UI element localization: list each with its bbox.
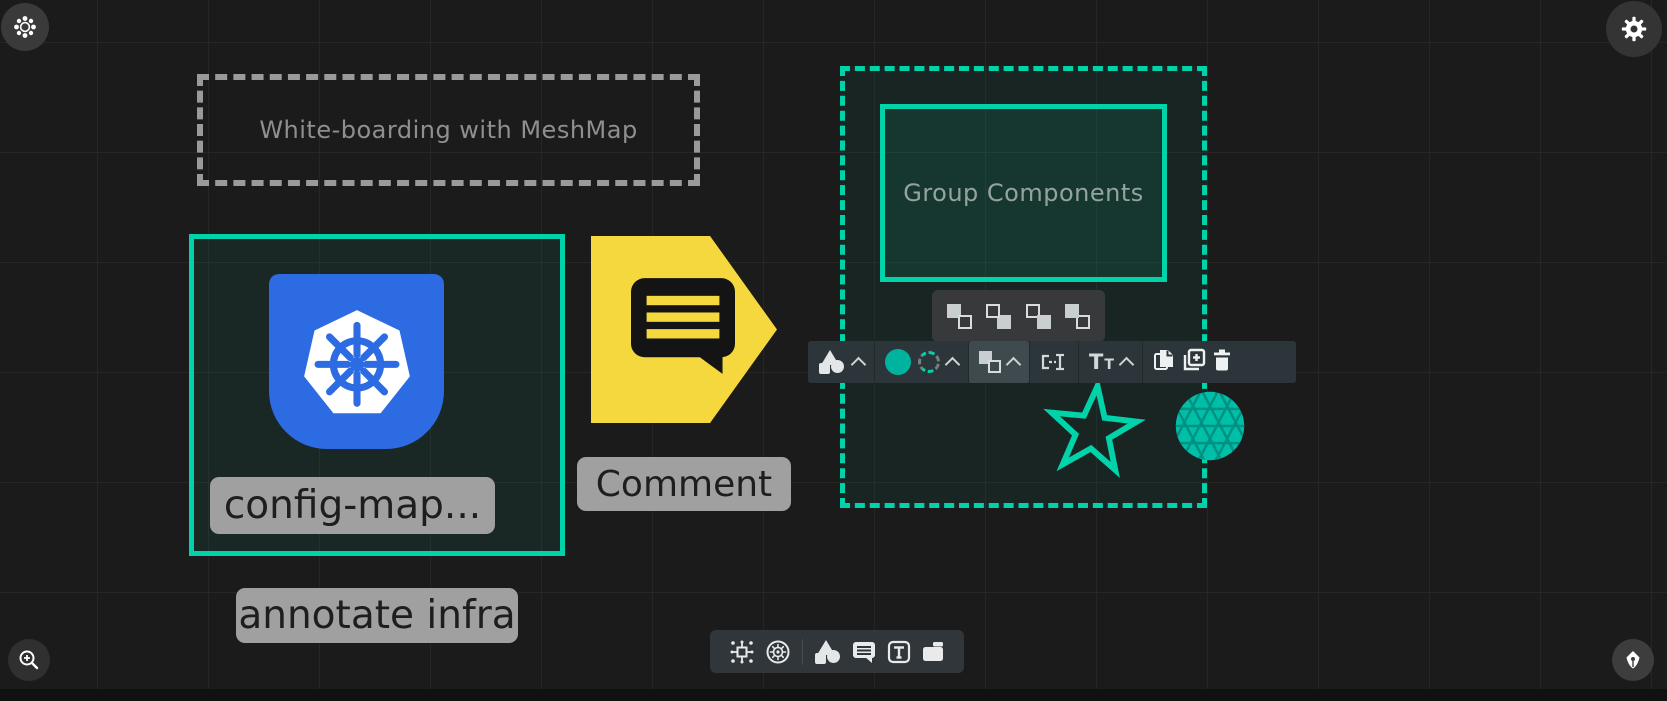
resize-width-icon bbox=[1040, 353, 1068, 371]
chevron-up-icon bbox=[1119, 357, 1135, 373]
config-map-label-text: config-map... bbox=[224, 483, 481, 528]
bring-forward-button[interactable] bbox=[1026, 304, 1051, 329]
shapes-icon bbox=[818, 350, 846, 374]
send-backward-button[interactable] bbox=[986, 304, 1011, 329]
tools-dock bbox=[710, 630, 964, 673]
clipboard-group bbox=[1142, 341, 1241, 383]
star-shape[interactable] bbox=[1031, 374, 1155, 483]
settings-button[interactable] bbox=[1606, 1, 1662, 57]
zoom-in-icon bbox=[18, 649, 40, 671]
fill-color-button[interactable] bbox=[885, 349, 911, 375]
duplicate-button[interactable] bbox=[1182, 348, 1206, 376]
meshery-logo-icon bbox=[13, 15, 37, 39]
kubernetes-wheel-icon bbox=[298, 303, 416, 421]
zoom-button[interactable] bbox=[8, 639, 50, 681]
context-toolbar: TT bbox=[808, 341, 1296, 383]
text-icon bbox=[887, 640, 911, 664]
text-size-button[interactable]: TT bbox=[1078, 341, 1142, 383]
delete-button[interactable] bbox=[1213, 349, 1231, 375]
dock-divider bbox=[802, 639, 803, 665]
shapes-tool-button[interactable] bbox=[814, 640, 842, 664]
circuit-icon bbox=[729, 639, 755, 665]
group-components-node[interactable]: Group Components bbox=[880, 104, 1167, 282]
comment-node[interactable] bbox=[591, 236, 777, 423]
comment-label-text: Comment bbox=[596, 464, 772, 505]
shapes-icon bbox=[814, 640, 842, 664]
resize-width-button[interactable] bbox=[1029, 341, 1078, 383]
text-tool-button[interactable] bbox=[887, 640, 911, 664]
components-tool-button[interactable] bbox=[729, 639, 755, 665]
copy-button[interactable] bbox=[1153, 348, 1175, 376]
gear-icon bbox=[1620, 15, 1648, 43]
config-map-label[interactable]: config-map... bbox=[210, 477, 495, 534]
media-tool-button[interactable] bbox=[921, 641, 945, 663]
chevron-up-icon bbox=[851, 357, 867, 373]
copy-icon bbox=[1153, 348, 1175, 372]
comment-icon bbox=[852, 641, 876, 663]
app-menu-button[interactable] bbox=[1, 3, 49, 51]
duplicate-icon bbox=[1182, 348, 1206, 372]
pen-button[interactable] bbox=[1612, 639, 1654, 681]
kubernetes-logo-icon bbox=[269, 274, 444, 449]
zorder-button[interactable] bbox=[968, 341, 1029, 383]
group-components-label: Group Components bbox=[903, 179, 1144, 207]
comment-label[interactable]: Comment bbox=[577, 457, 791, 511]
stroke-style-button[interactable] bbox=[918, 351, 940, 373]
comment-tool-button[interactable] bbox=[852, 641, 876, 663]
annotate-infra-label[interactable]: annotate infra bbox=[236, 588, 518, 643]
star-outline-icon bbox=[1031, 374, 1155, 483]
chevron-up-icon bbox=[1006, 357, 1022, 373]
fill-and-stroke-group bbox=[874, 341, 968, 383]
bottom-edge-strip bbox=[0, 689, 1667, 701]
pen-nib-icon bbox=[1622, 649, 1644, 671]
kubernetes-tool-button[interactable] bbox=[765, 639, 791, 665]
whiteboard-note-shape[interactable]: White-boarding with MeshMap bbox=[197, 74, 700, 186]
teal-pattern-circle-shape[interactable] bbox=[1172, 388, 1248, 464]
text-size-icon: TT bbox=[1089, 350, 1114, 374]
layers-icon bbox=[979, 351, 1001, 373]
trash-icon bbox=[1213, 349, 1231, 371]
zorder-popup bbox=[932, 290, 1105, 342]
media-icon bbox=[921, 641, 945, 663]
kubernetes-icon bbox=[765, 639, 791, 665]
comment-bubble-icon bbox=[631, 278, 735, 374]
shape-style-button[interactable] bbox=[808, 341, 874, 383]
bring-to-front-button[interactable] bbox=[1065, 304, 1090, 329]
mesh-pattern-icon bbox=[1172, 388, 1248, 464]
send-to-back-button[interactable] bbox=[947, 304, 972, 329]
note-text: White-boarding with MeshMap bbox=[259, 116, 637, 144]
annotate-infra-label-text: annotate infra bbox=[238, 593, 515, 638]
chevron-up-icon bbox=[945, 357, 961, 373]
